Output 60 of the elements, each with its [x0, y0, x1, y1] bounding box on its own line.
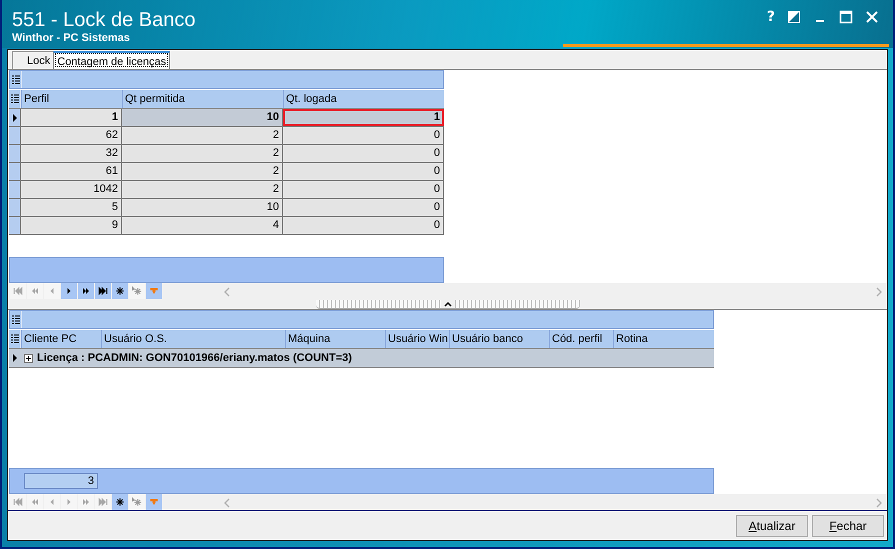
insert-record-icon[interactable] — [112, 283, 128, 299]
table-cell: 2 — [122, 181, 283, 198]
table-cell: 0 — [283, 145, 444, 162]
table-cell: 0 — [283, 217, 444, 234]
table-cell: 1042 — [21, 181, 122, 198]
table-cell: 10 — [122, 109, 283, 126]
splitter-handle[interactable] — [316, 300, 580, 309]
column-header[interactable]: Usuário O.S. — [101, 330, 285, 348]
scroll-right-icon[interactable] — [875, 498, 883, 508]
scroll-left-icon[interactable] — [223, 498, 231, 508]
column-list-icon[interactable] — [12, 74, 20, 84]
column-list-icon[interactable] — [10, 334, 18, 344]
table-cell: 32 — [21, 145, 122, 162]
summary-cell: 3 — [24, 473, 98, 489]
column-header[interactable]: Qt permitida — [122, 90, 283, 108]
column-header[interactable]: Qt. logada — [283, 90, 444, 108]
column-list-icon[interactable] — [12, 314, 20, 324]
column-header[interactable]: Usuário banco — [449, 330, 549, 348]
column-header[interactable]: Cliente PC — [21, 330, 101, 348]
table-cell: 0 — [283, 199, 444, 216]
table-cell: 1 — [283, 109, 444, 126]
maximize-icon[interactable] — [839, 10, 853, 24]
table-cell: 2 — [122, 127, 283, 144]
column-header[interactable]: Perfil — [21, 90, 122, 108]
table-cell: 1 — [21, 109, 122, 126]
column-list-icon[interactable] — [10, 94, 18, 104]
table-cell: 0 — [283, 127, 444, 144]
window-title: 551 - Lock de Banco — [12, 8, 196, 32]
tab[interactable]: Contagem de licenças — [53, 51, 170, 69]
column-header[interactable]: Máquina — [285, 330, 385, 348]
contrast-icon[interactable] — [787, 10, 801, 24]
scroll-left-icon[interactable] — [223, 287, 231, 297]
group-row-label: Licença : PCADMIN: GON70101966/eriany.matos (COUNT=3) — [37, 352, 352, 364]
table-cell: 0 — [283, 181, 444, 198]
table-cell: 4 — [122, 217, 283, 234]
expand-icon[interactable] — [24, 354, 33, 362]
table-cell: 61 — [21, 163, 122, 180]
action-button[interactable]: Fechar — [812, 514, 884, 536]
column-header[interactable]: Cód. perfil — [549, 330, 613, 348]
table-cell: 2 — [122, 163, 283, 180]
action-button[interactable]: Atualizar — [736, 514, 808, 536]
column-header[interactable]: Usuário Win — [385, 330, 449, 348]
window-subtitle: Winthor - PC Sistemas — [12, 32, 131, 44]
help-button[interactable]: ? — [766, 10, 775, 24]
filter-icon[interactable] — [146, 494, 162, 510]
table-cell: 5 — [21, 199, 122, 216]
table-cell: 10 — [122, 199, 283, 216]
table-cell: 9 — [21, 217, 122, 234]
table-cell: 62 — [21, 127, 122, 144]
column-header[interactable]: Rotina — [613, 330, 713, 348]
next-page-icon[interactable] — [78, 283, 94, 299]
table-cell: 0 — [283, 163, 444, 180]
close-icon[interactable] — [865, 10, 879, 24]
last-record-icon[interactable] — [95, 283, 111, 299]
next-record-icon[interactable] — [61, 283, 77, 299]
filter-icon[interactable] — [146, 283, 162, 299]
tab[interactable]: Lock — [12, 51, 54, 69]
scroll-right-icon[interactable] — [875, 287, 883, 297]
insert-record-icon[interactable] — [112, 494, 128, 510]
table-cell: 2 — [122, 145, 283, 162]
